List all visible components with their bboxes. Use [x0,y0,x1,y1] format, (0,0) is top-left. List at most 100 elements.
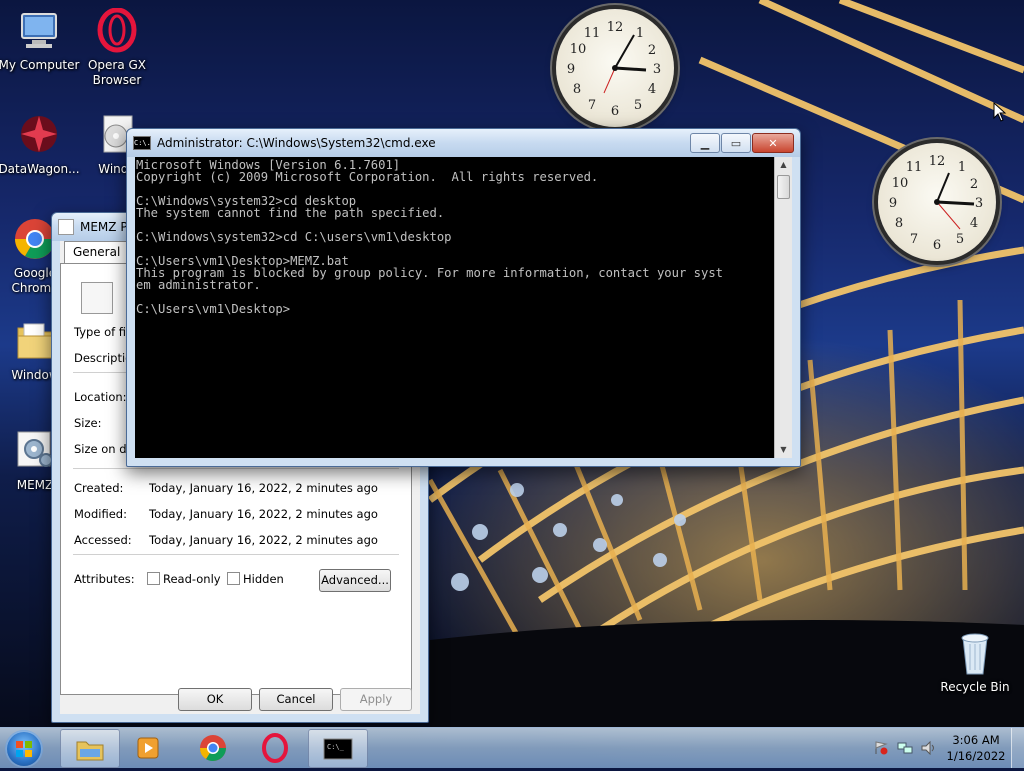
clock-time: 3:06 AM [952,733,1000,747]
desktop-icon-label: Recycle Bin [940,680,1010,694]
close-icon: ✕ [768,136,778,150]
hidden-checkbox[interactable]: Hidden [227,572,284,586]
explorer-icon [76,741,104,760]
console-output: Microsoft Windows [Version 6.1.7601] Copy… [135,157,774,458]
taskbar-cmd[interactable]: C:\_ [308,729,368,768]
caption-buttons: ▁ ▭ ✕ [690,133,794,153]
scroll-thumb[interactable] [777,175,790,199]
desktop-icon-label: My Computer [0,58,80,72]
label-size: Size: [74,416,102,430]
desktop-icon-opera-gx[interactable]: Opera GX Browser [75,7,159,88]
console-line: C:\Windows\system32>cd C:\users\vm1\desk… [136,230,452,244]
taskbar: C:\_ 3:06 AM 1/16/2022 [0,727,1024,768]
svg-text:10: 10 [570,42,587,57]
svg-text:2: 2 [648,43,656,58]
svg-text:8: 8 [573,82,581,97]
close-button[interactable]: ✕ [752,133,794,153]
tab-general[interactable]: General [64,241,130,264]
label-attributes: Attributes: [74,572,135,586]
cmd-titlebar[interactable]: C:\. Administrator: C:\Windows\System32\… [127,129,800,157]
svg-text:5: 5 [634,98,642,113]
taskbar-opera[interactable] [246,729,304,766]
svg-text:12: 12 [929,154,946,169]
cmd-icon: C:\. [133,136,151,150]
clock-face: 12 12 345 678 91011 [567,20,661,119]
scroll-down-icon[interactable]: ▼ [775,442,792,458]
clock-gadget[interactable]: 12 1 2 345 678 9 10 11 [556,9,674,127]
cmd-window[interactable]: C:\. Administrator: C:\Windows\System32\… [126,128,801,467]
cancel-button[interactable]: Cancel [259,688,333,711]
minimize-button[interactable]: ▁ [690,133,720,153]
hidden-label: Hidden [243,572,284,586]
desktop-icon-recycle-bin[interactable]: Recycle Bin [933,630,1017,695]
svg-text:3: 3 [653,62,661,77]
label-size-on-disk: Size on di [74,442,130,456]
checkbox-box [227,572,240,585]
taskbar-media-player[interactable] [120,729,178,766]
label-type: Type of fi [74,325,127,339]
svg-text:5: 5 [956,232,964,247]
svg-text:9: 9 [889,196,897,211]
svg-text:6: 6 [611,104,619,119]
opera-icon [94,7,140,54]
svg-text:9: 9 [567,62,575,77]
console-line: em administrator. [136,278,261,292]
taskbar-chrome[interactable] [184,729,242,766]
ok-button[interactable]: OK [178,688,252,711]
opera-icon [262,732,288,763]
batch-file-icon [58,219,74,235]
taskbar-explorer[interactable] [60,729,120,768]
network-icon[interactable] [897,741,913,755]
desktop-icon-datawagon[interactable]: DataWagon... [0,112,81,177]
value-created: Today, January 16, 2022, 2 minutes ago [149,481,378,495]
computer-icon [16,8,62,54]
readonly-checkbox[interactable]: Read-only [147,572,221,586]
system-tray: 3:06 AM 1/16/2022 [869,728,1024,768]
window-title: MEMZ P [80,220,128,234]
svg-text:4: 4 [648,82,656,97]
start-button[interactable] [5,730,43,768]
datawagon-icon [16,112,62,158]
taskbar-clock[interactable]: 3:06 AM 1/16/2022 [941,732,1011,764]
advanced-button[interactable]: Advanced... [319,569,391,592]
apply-button[interactable]: Apply [340,688,412,711]
label-location: Location: [74,390,127,404]
console-line: The system cannot find the path specifie… [136,206,445,220]
svg-text:4: 4 [970,216,978,231]
console-line: Copyright (c) 2009 Microsoft Corporation… [136,170,599,184]
checkbox-box [147,572,160,585]
chrome-icon [199,734,227,761]
divider [73,554,399,555]
action-center-flag-icon[interactable] [873,741,889,755]
console-area[interactable]: Microsoft Windows [Version 6.1.7601] Copy… [135,157,792,458]
value-accessed: Today, January 16, 2022, 2 minutes ago [149,533,378,547]
maximize-button[interactable]: ▭ [721,133,751,153]
svg-text:8: 8 [895,216,903,231]
show-desktop-button[interactable] [1011,728,1024,768]
svg-text:3: 3 [975,196,983,211]
desktop-icon-label: DataWagon... [0,162,80,176]
desktop-icon-my-computer[interactable]: My Computer [0,8,81,73]
scroll-up-icon[interactable]: ▲ [775,157,792,173]
vertical-scrollbar[interactable]: ▲ ▼ [774,157,792,458]
windows-logo-icon [16,741,32,757]
svg-text:7: 7 [588,98,596,113]
label-description: Descriptio [74,351,133,365]
svg-text:6: 6 [933,238,941,253]
clock-gadget[interactable]: 12 1 2 345 678 9 10 11 [878,143,996,261]
readonly-label: Read-only [163,572,221,586]
clock-face: 12 12 345 678 91011 [889,154,983,253]
minimize-icon: ▁ [700,136,710,150]
svg-text:11: 11 [584,26,601,41]
svg-text:2: 2 [970,177,978,192]
svg-text:10: 10 [892,176,909,191]
volume-icon[interactable] [921,741,937,755]
label-created: Created: [74,481,124,495]
divider [73,468,399,469]
maximize-icon: ▭ [730,136,742,150]
desktop-icon-label: Opera GX Browser [87,58,147,87]
recycle-bin-icon [952,630,998,676]
svg-text:7: 7 [910,232,918,247]
console-line: C:\Users\vm1\Desktop> [136,302,291,316]
media-player-icon [137,737,159,758]
